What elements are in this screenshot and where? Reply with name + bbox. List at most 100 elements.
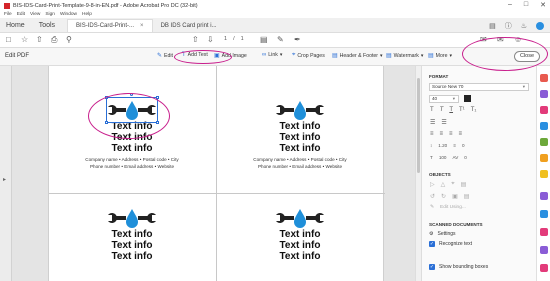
tab-home[interactable]: Home [0,19,31,32]
menu-help[interactable]: Help [82,12,92,17]
add-text-button[interactable]: T Add Text [182,52,208,58]
card-text-line[interactable]: Text info [49,132,215,143]
expand-pane-icon[interactable]: ▸ [3,176,6,183]
crop-pages-button[interactable]: ⌖ Crop Pages [292,52,325,59]
resize-handle[interactable] [105,121,108,124]
maximize-button[interactable]: □ [524,1,528,9]
menu-sign[interactable]: Sign [45,12,55,17]
justify-icon[interactable]: ≡ [459,131,463,137]
align-objects-icon[interactable]: ▤ [464,193,470,200]
menu-edit[interactable]: Edit [17,12,25,17]
close-edit-button[interactable]: Close [514,51,540,62]
watermark-button[interactable]: ▤ Watermark ▾ [386,52,423,60]
scan-ocr-icon[interactable] [540,170,548,178]
sign-icon[interactable]: ✒ [294,35,301,44]
edit-button[interactable]: ✎ Edit [157,52,173,60]
font-family-select[interactable]: Source New 70 ▾ [429,83,529,91]
show-bounding-boxes-checkbox[interactable]: ✓ Show bounding boxes [429,264,488,270]
image-selection-box[interactable] [105,93,159,124]
wrench-water-drop-logo[interactable] [275,99,325,121]
paragraph-spacing-value[interactable]: 0 [462,143,465,148]
font-color-swatch[interactable] [464,95,471,102]
tab-document-2[interactable]: DB IDS Card print i... [153,19,225,32]
avatar[interactable] [536,22,544,30]
rotate-right-icon[interactable]: ↻ [441,193,446,200]
crop-image-icon[interactable]: ⌖ [451,181,454,188]
help-icon[interactable]: ⓘ [505,21,512,31]
print-icon[interactable]: ⎙ [51,35,57,45]
comment-icon[interactable]: ▤ [489,22,496,30]
card-text-line[interactable]: Text info [49,240,215,251]
subscript-icon[interactable]: T₁ [471,107,477,113]
align-left-icon[interactable]: ≡ [430,131,434,137]
align-center-icon[interactable]: ≡ [440,131,444,137]
card-text-line[interactable]: Text info [217,121,383,132]
scrollbar-thumb[interactable] [417,78,420,173]
comment-tool-rail-icon[interactable] [540,154,548,162]
create-pdf-icon[interactable] [540,90,548,98]
flip-horizontal-icon[interactable]: △ [441,181,446,188]
align-right-icon[interactable]: ≡ [449,131,453,137]
bookmark-star-icon[interactable]: ☆ [21,35,28,44]
wrench-water-drop-logo[interactable] [107,207,157,229]
bold-t-icon[interactable]: T [430,107,434,113]
card-text-line[interactable]: Text info [217,251,383,262]
company-line[interactable]: Company name • Address • Postal code • C… [217,157,383,163]
arrange-icon[interactable]: ▤ [461,181,467,188]
organize-pages-icon[interactable] [540,138,548,146]
header-footer-button[interactable]: ▤ Header & Footer ▾ [332,52,383,60]
close-window-button[interactable]: ✕ [540,1,546,9]
card-text-line[interactable]: Text info [217,240,383,251]
add-image-button[interactable]: ▣ Add Image [214,52,247,60]
pdf-page[interactable]: Text info Text info Text info Company na… [48,66,385,281]
resize-handle[interactable] [156,96,159,99]
pen-icon[interactable]: ✎ [277,35,284,44]
previous-page-icon[interactable]: ⇧ [192,35,199,44]
combine-files-icon[interactable] [540,122,548,130]
card-text-line[interactable]: Text info [217,143,383,154]
menu-file[interactable]: File [4,12,12,17]
flip-vertical-icon[interactable]: ▷ [430,181,435,188]
card-text-line[interactable]: Text info [217,229,383,240]
font-size-select[interactable]: 40 ▾ [429,95,459,103]
contact-line[interactable]: Phone number • Email address • Website [49,164,215,170]
edit-using-row[interactable]: ✎ Edit Using... [430,205,466,210]
char-spacing-value[interactable]: 0 [464,155,467,160]
recognize-text-checkbox[interactable]: ✓ Recognize text [429,241,472,247]
ocr-settings[interactable]: ⚙ Settings [429,231,456,237]
superscript-icon[interactable]: T¹ [459,107,465,113]
bell-icon[interactable]: ♨ [521,22,527,30]
rotate-left-icon[interactable]: ↺ [430,193,435,200]
scale-value[interactable]: 100 [439,155,447,160]
create-icon[interactable]: □ [6,35,11,44]
export-pdf-icon[interactable] [540,74,548,82]
underline-t-icon[interactable]: T [449,107,453,113]
left-navigation-pane[interactable]: ▸ [0,66,12,281]
menu-window[interactable]: Window [60,12,77,17]
card-text-line[interactable]: Text info [217,132,383,143]
resize-handle[interactable] [156,121,159,124]
card-text-line[interactable]: Text info [49,143,215,154]
numbered-list-icon[interactable]: ☰ [441,119,446,126]
company-line[interactable]: Company name • Address • Postal code • C… [49,157,215,163]
share-icon[interactable]: ✉ [480,35,487,44]
fill-sign-icon[interactable] [540,192,548,200]
send-for-signature-icon[interactable] [540,228,548,236]
more-button[interactable]: ▤ More ▾ [428,52,452,60]
line-spacing-value[interactable]: 1.20 [438,143,447,148]
card-text-line[interactable]: Text info [49,229,215,240]
replace-image-icon[interactable]: ▣ [452,193,458,200]
edit-pdf-tool-icon[interactable] [540,106,548,114]
search-icon[interactable]: ⚲ [66,35,72,44]
upload-cloud-icon[interactable]: ⇧ [36,35,43,44]
bulleted-list-icon[interactable]: ☰ [430,119,435,126]
more-tools-icon[interactable] [540,246,548,254]
link-button[interactable]: ∞ Link ▾ [262,52,282,58]
menu-view[interactable]: View [30,12,40,17]
current-page-field[interactable]: 1 [224,36,227,42]
rotate-handle[interactable] [130,93,133,96]
user-share-icon[interactable]: ☺ [514,35,522,44]
close-tab-icon[interactable]: × [140,23,144,29]
card-text-line[interactable]: Text info [49,251,215,262]
resize-handle[interactable] [105,96,108,99]
